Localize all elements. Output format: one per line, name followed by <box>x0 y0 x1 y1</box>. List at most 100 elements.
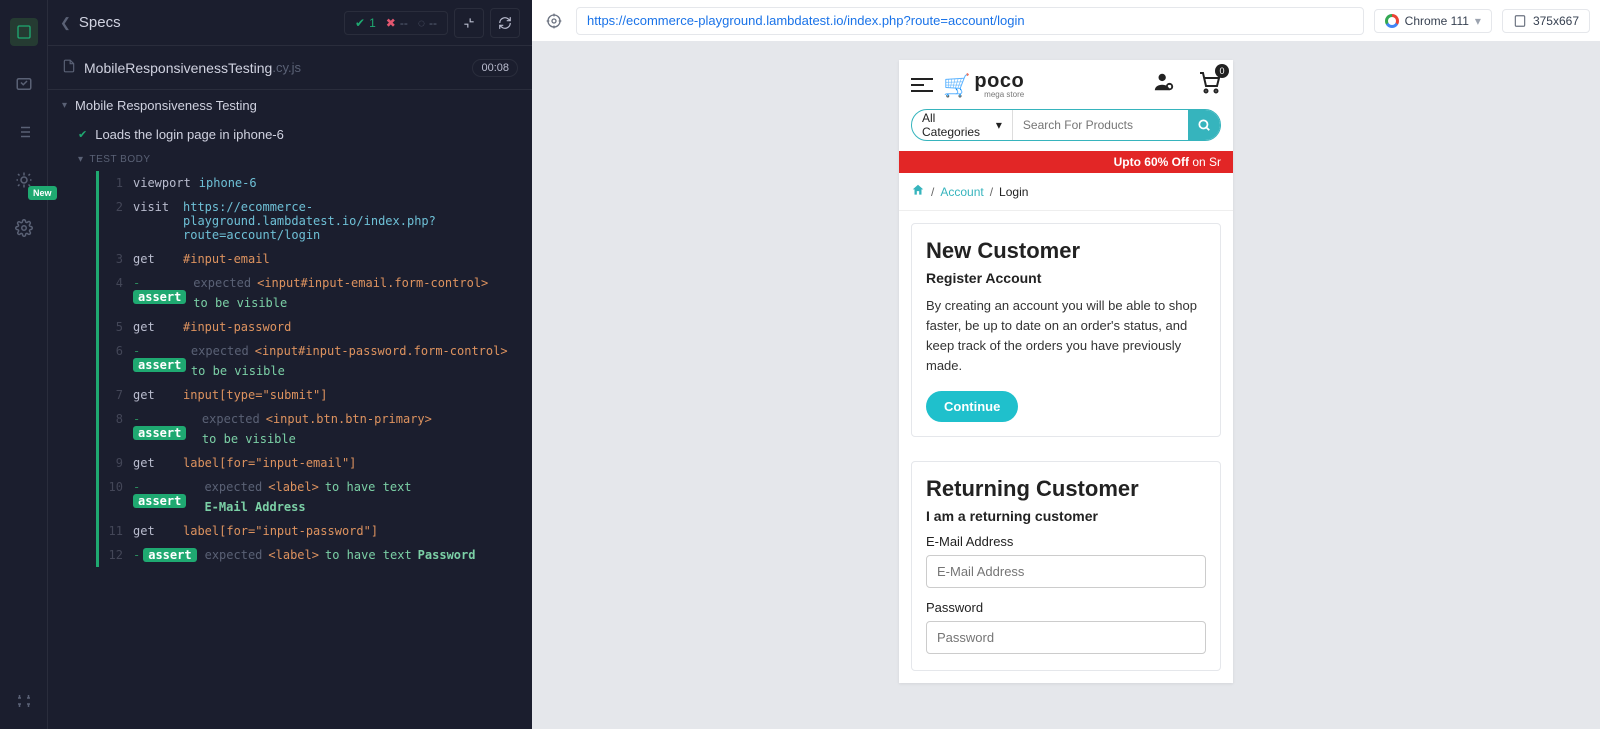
line-number: 8 <box>99 412 133 426</box>
log-row[interactable]: 3get#input-email <box>99 247 526 271</box>
browser-selector[interactable]: Chrome 111 ▾ <box>1374 9 1492 33</box>
test-body-label[interactable]: ▾ TEST BODY <box>48 148 532 171</box>
assert-command: -assert <box>133 412 202 440</box>
settings-icon[interactable] <box>14 218 34 238</box>
command: get <box>133 252 183 266</box>
line-number: 5 <box>99 320 133 334</box>
command-args: #input-password <box>183 320 291 334</box>
log-row[interactable]: 6-assertexpected<input#input-password.fo… <box>99 339 526 383</box>
x-icon: ✖ <box>386 16 396 30</box>
returning-sub: I am a returning customer <box>926 508 1206 524</box>
check-icon: ✔ <box>355 16 365 30</box>
hamburger-icon[interactable] <box>911 78 933 92</box>
command-args: #input-email <box>183 252 270 266</box>
command: visit <box>133 200 183 214</box>
collapse-chevron-icon[interactable]: ❮ <box>60 15 71 31</box>
logo-name: poco <box>974 71 1024 91</box>
home-icon[interactable] <box>911 183 925 200</box>
search-button[interactable] <box>1188 110 1220 140</box>
log-row[interactable]: 8-assertexpected<input.btn.btn-primary>t… <box>99 407 526 451</box>
keyboard-icon[interactable] <box>14 691 34 711</box>
log-row[interactable]: 12-assertexpected<label>to have textPass… <box>99 543 526 567</box>
specs-icon[interactable] <box>10 18 38 46</box>
log-row[interactable]: 7getinput[type="submit"] <box>99 383 526 407</box>
new-customer-body: By creating an account you will be able … <box>926 296 1206 377</box>
command-args: label[for="input-email"] <box>183 456 356 470</box>
suite-row[interactable]: ▾ Mobile Responsiveness Testing <box>48 90 532 121</box>
rerun-button[interactable] <box>490 8 520 38</box>
command: get <box>133 388 183 402</box>
suite-name: Mobile Responsiveness Testing <box>75 98 257 113</box>
logo-sub: mega store <box>984 91 1024 99</box>
command-args: label[for="input-password"] <box>183 524 378 538</box>
runs-icon[interactable] <box>14 74 34 94</box>
spec-file-ext: .cy.js <box>272 60 301 75</box>
viewport-dims[interactable]: 375x667 <box>1502 9 1590 33</box>
continue-button[interactable]: Continue <box>926 391 1018 422</box>
log-row[interactable]: 11getlabel[for="input-password"] <box>99 519 526 543</box>
panel-title: Specs <box>79 14 121 31</box>
breadcrumb-current: Login <box>999 185 1028 199</box>
store-header: 🛒 poco mega store 0 <box>899 60 1233 109</box>
command-args: input[type="submit"] <box>183 388 328 402</box>
test-name: Loads the login page in iphone-6 <box>95 127 284 142</box>
line-number: 11 <box>99 524 133 538</box>
password-label: Password <box>926 600 1206 615</box>
store-logo[interactable]: 🛒 poco mega store <box>943 71 1024 99</box>
new-badge: New <box>28 186 57 200</box>
chevron-down-icon: ▾ <box>78 154 84 165</box>
account-icon[interactable] <box>1153 71 1175 98</box>
selector-target-icon[interactable] <box>542 9 566 33</box>
clock-icon: ◌ <box>418 16 425 30</box>
specs-header: ❮ Specs ✔ 1 ✖ -- ◌ -- <box>48 0 532 46</box>
spec-file-name: MobileResponsivenessTesting <box>84 60 272 76</box>
list-icon[interactable] <box>14 122 34 142</box>
cart-count-badge: 0 <box>1215 64 1229 78</box>
command: get <box>133 456 183 470</box>
search-icon <box>1197 118 1211 132</box>
command-log: 1viewportiphone-62visithttps://ecommerce… <box>96 171 526 567</box>
browser-label: Chrome 111 <box>1405 14 1469 28</box>
log-row[interactable]: 10-assertexpected<label>to have textE-Ma… <box>99 475 526 519</box>
chrome-icon <box>1385 14 1399 28</box>
breadcrumb: / Account / Login <box>899 173 1233 211</box>
chevron-down-icon: ▾ <box>1475 14 1481 28</box>
category-selector[interactable]: All Categories ▾ <box>912 110 1013 140</box>
search-input[interactable] <box>1013 110 1188 140</box>
fail-count: -- <box>400 16 408 30</box>
chevron-down-icon: ▾ <box>62 100 67 111</box>
returning-title: Returning Customer <box>926 476 1206 502</box>
log-row[interactable]: 2visithttps://ecommerce-playground.lambd… <box>99 195 526 247</box>
password-field[interactable] <box>926 621 1206 654</box>
log-row[interactable]: 5get#input-password <box>99 315 526 339</box>
log-row[interactable]: 1viewportiphone-6 <box>99 171 526 195</box>
new-customer-sub: Register Account <box>926 270 1206 286</box>
line-number: 4 <box>99 276 133 290</box>
email-field[interactable] <box>926 555 1206 588</box>
new-customer-title: New Customer <box>926 238 1206 264</box>
log-row[interactable]: 9getlabel[for="input-email"] <box>99 451 526 475</box>
device-frame: 🛒 poco mega store 0 All Categorie <box>899 60 1233 683</box>
command-args: expected<input#input-password.form-contr… <box>191 344 518 378</box>
returning-customer-card: Returning Customer I am a returning cust… <box>911 461 1221 671</box>
spec-file-row[interactable]: MobileResponsivenessTesting .cy.js 00:08 <box>48 46 532 90</box>
line-number: 1 <box>99 176 133 190</box>
command-args: expected<label>to have textPassword <box>205 548 476 562</box>
line-number: 6 <box>99 344 133 358</box>
email-label: E-Mail Address <box>926 534 1206 549</box>
url-bar[interactable]: https://ecommerce-playground.lambdatest.… <box>576 7 1364 35</box>
breadcrumb-account[interactable]: Account <box>940 185 983 199</box>
test-row[interactable]: ✔ Loads the login page in iphone-6 <box>48 121 532 148</box>
command: viewport <box>133 176 199 190</box>
collapse-button[interactable] <box>454 8 484 38</box>
spec-file-time: 00:08 <box>472 59 518 77</box>
command-args: expected<input.btn.btn-primary>to be vis… <box>202 412 518 446</box>
log-row[interactable]: 4-assertexpected<input#input-email.form-… <box>99 271 526 315</box>
cart-icon[interactable]: 0 <box>1197 70 1221 99</box>
command-args: expected<label>to have textE-Mail Addres… <box>204 480 518 514</box>
line-number: 7 <box>99 388 133 402</box>
pass-count: 1 <box>369 16 376 30</box>
viewport-icon <box>1513 14 1527 28</box>
cart-logo-icon: 🛒 <box>943 73 970 99</box>
pass-check-icon: ✔ <box>78 128 87 141</box>
